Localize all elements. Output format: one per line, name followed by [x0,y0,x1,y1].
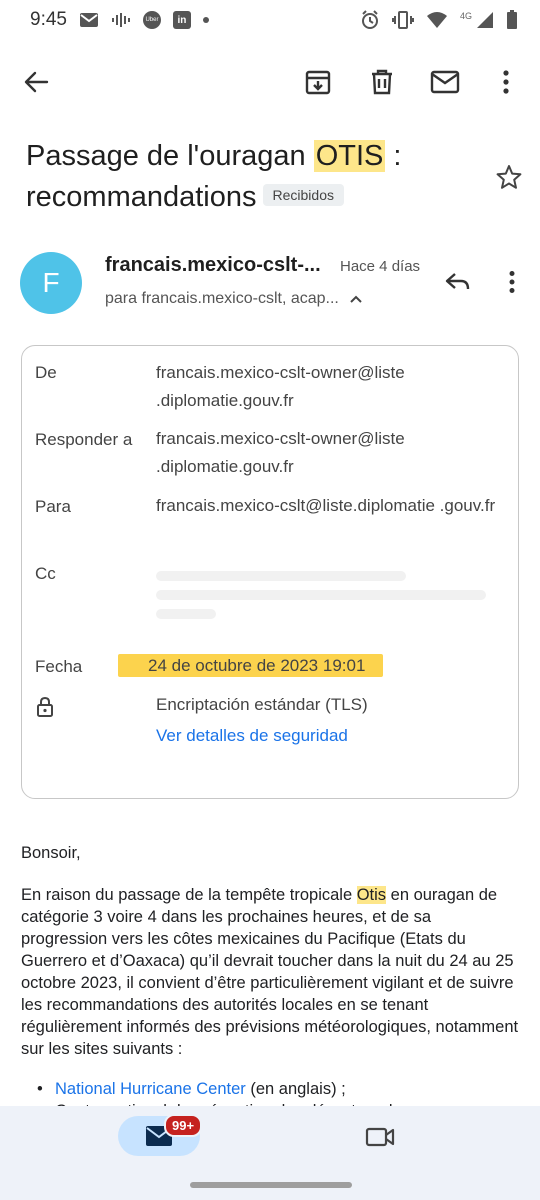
to-value[interactable]: francais.mexico-cslt@liste.diplomatie .g… [156,492,496,520]
recipients-text: para francais.mexico-cslt, acap... [105,290,339,307]
video-camera-icon [365,1127,395,1147]
reply-to-label: Responder a [35,430,133,449]
more-vert-icon [503,70,509,94]
date-highlight: 24 de octubre de 2023 19:01 [118,654,384,677]
back-arrow-icon [24,71,49,93]
unread-badge: 99+ [164,1114,203,1137]
nav-mail-button[interactable]: 99+ [118,1114,203,1156]
reply-icon [445,273,470,290]
status-bar: 9:45 Uber in 4G [0,0,540,40]
body-highlight: Otis [356,886,387,904]
back-button[interactable] [14,60,58,104]
subject-text-1: Passage de l'ouragan [26,140,314,172]
greeting: Bonsoir, [21,844,81,862]
message-more-button[interactable] [492,262,532,302]
voice-icon [111,12,131,28]
dot-icon [202,17,209,23]
network-type: 4G [459,11,472,21]
status-time: 9:45 [30,9,67,30]
signal-icon [476,11,494,29]
archive-icon [305,70,331,95]
date-label: Fecha [35,657,83,676]
cc-label: Cc [35,564,56,583]
vibrate-icon [391,10,414,30]
email-body: Bonsoir, En raison du passage de la temp… [21,842,521,1122]
cc-value-redacted [156,562,496,628]
sender-name[interactable]: francais.mexico-cslt-... [105,254,321,277]
gmail-icon [79,12,99,28]
star-button[interactable] [488,156,530,198]
recipients-toggle[interactable]: para francais.mexico-cslt, acap... [105,290,363,308]
archive-button[interactable] [296,60,340,104]
to-label: Para [35,497,71,516]
battery-icon [506,10,518,30]
reply-button[interactable] [438,262,478,302]
chevron-up-icon [350,295,362,303]
date-value: 24 de octubre de 2023 19:01 [118,652,496,680]
nhc-link[interactable]: National Hurricane Center [55,1080,246,1098]
wifi-icon [426,11,448,29]
email-toolbar [0,52,540,112]
inbox-label-chip[interactable]: Recibidos [262,184,344,207]
mark-unread-button[interactable] [423,60,467,104]
gesture-bar[interactable] [190,1182,352,1188]
system-icons: 4G [360,10,518,30]
more-vert-icon [509,271,515,293]
mail-icon [430,70,460,94]
email-time: Hace 4 días [340,258,421,275]
uber-icon: Uber [142,11,161,29]
security-details-link[interactable]: Ver detalles de seguridad [156,726,348,746]
sender-avatar[interactable]: F [20,252,82,314]
list-item: National Hurricane Center (en anglais) ; [37,1078,521,1100]
notification-icons: Uber in [79,11,209,29]
bottom-navigation: 99+ [0,1106,540,1200]
reply-to-value[interactable]: francais.mexico-cslt-owner@liste .diplom… [156,425,496,481]
more-options-button[interactable] [484,60,528,104]
from-value[interactable]: francais.mexico-cslt-owner@liste .diplom… [156,359,496,415]
body-paragraph: En raison du passage de la tempête tropi… [21,886,519,1058]
delete-button[interactable] [360,60,404,104]
message-details-card: De francais.mexico-cslt-owner@liste .dip… [21,345,519,799]
email-subject: Passage de l'ouragan OTIS : recommandati… [26,136,466,218]
subject-highlight: OTIS [313,140,386,172]
alarm-icon [360,10,380,30]
trash-icon [372,69,392,95]
from-label: De [35,363,57,382]
linkedin-icon: in [172,11,191,29]
nav-meet-button[interactable] [362,1122,398,1152]
star-icon [496,165,522,189]
lock-icon [37,696,53,717]
encryption-value: Encriptación estándar (TLS) [156,695,368,714]
